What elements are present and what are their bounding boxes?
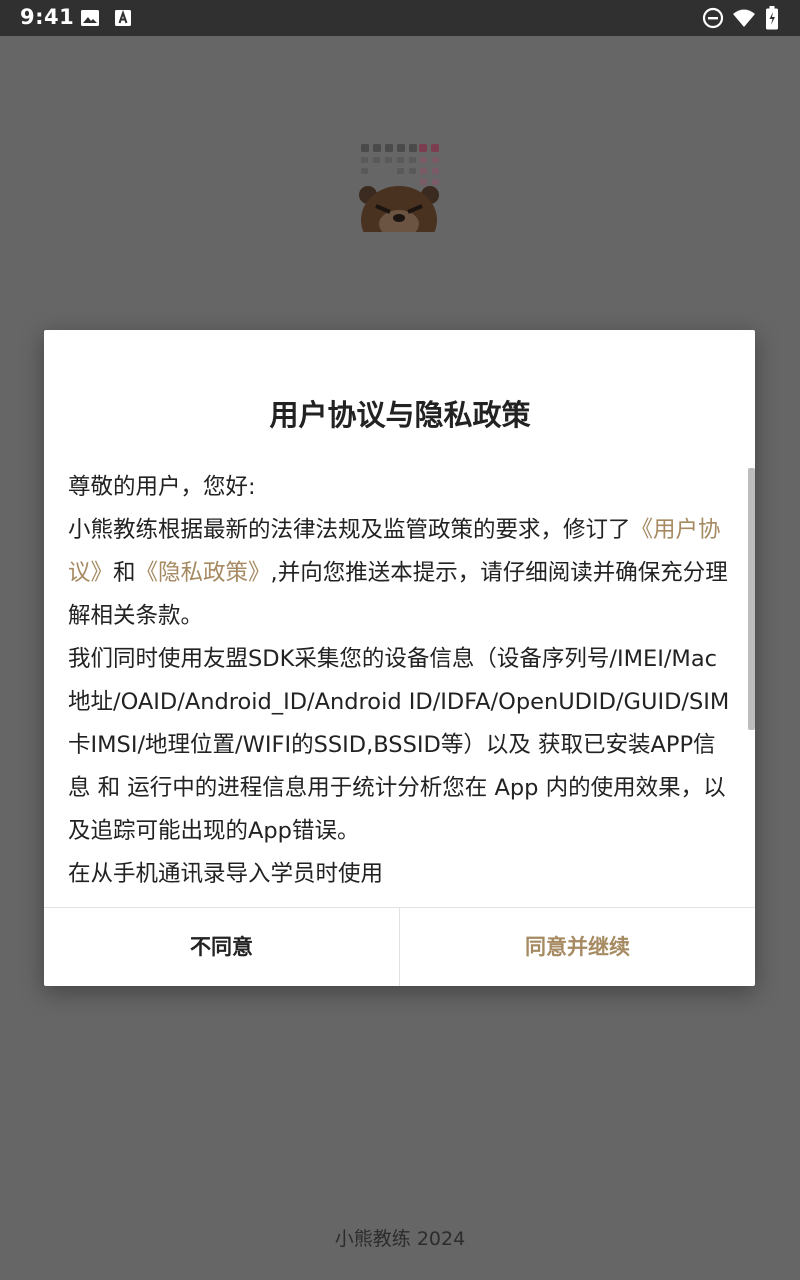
- status-bar: 9:41: [0, 0, 800, 36]
- wifi-icon: [733, 9, 755, 27]
- battery-icon: [766, 6, 778, 30]
- image-icon: [81, 10, 99, 26]
- copyright-text: 小熊教练 2024: [334, 1228, 466, 1250]
- privacy-policy-link[interactable]: 《隐私政策》: [136, 560, 271, 586]
- contacts-paragraph: 在从手机通讯录导入学员时使用: [68, 861, 384, 887]
- disagree-button[interactable]: 不同意: [44, 908, 399, 986]
- intro-paragraph: 小熊教练根据最新的法律法规及监管政策的要求，修订了《用户协议》和《隐私政策》,并…: [68, 509, 734, 638]
- greeting-text: 尊敬的用户，您好:: [68, 474, 256, 500]
- sdk-paragraph: 我们同时使用友盟SDK采集您的设备信息（设备序列号/IMEI/Mac地址/OAI…: [68, 646, 730, 844]
- bear-calendar-logo: [359, 144, 439, 232]
- status-time: 9:41: [20, 5, 75, 29]
- dialog-body[interactable]: 尊敬的用户，您好: 小熊教练根据最新的法律法规及监管政策的要求，修订了《用户协议…: [68, 466, 734, 906]
- agree-continue-button[interactable]: 同意并继续: [400, 908, 755, 986]
- font-download-icon: [115, 9, 131, 26]
- intro-text-1: 小熊教练根据最新的法律法规及监管政策的要求，修订了: [68, 517, 631, 543]
- dialog-title: 用户协议与隐私政策: [269, 398, 531, 432]
- intro-text-and: 和: [113, 560, 136, 586]
- dialog-scrollbar[interactable]: [748, 468, 755, 730]
- do-not-disturb-icon: [702, 7, 724, 29]
